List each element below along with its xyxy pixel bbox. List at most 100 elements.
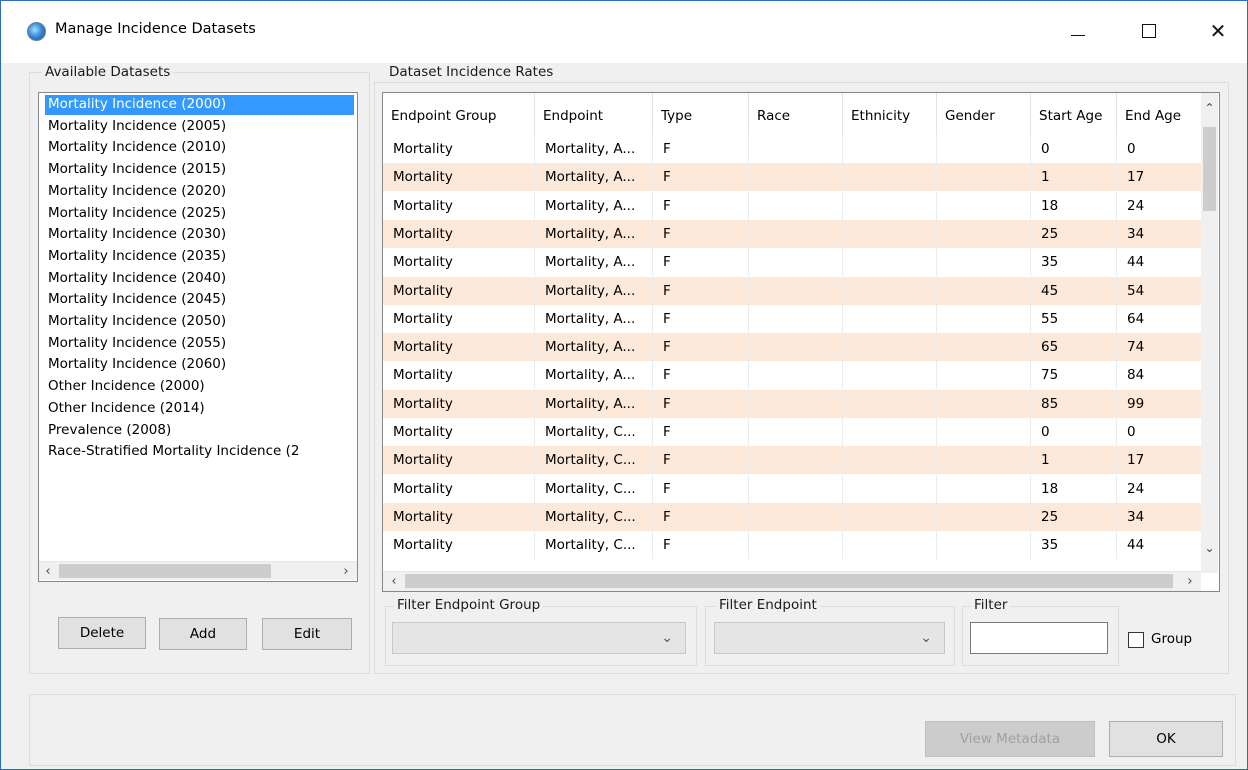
available-datasets-list[interactable]: Mortality Incidence (2000) Mortality Inci… <box>38 92 358 582</box>
dataset-list-item[interactable]: Mortality Incidence (2035) <box>45 247 351 267</box>
dataset-list-item[interactable]: Other Incidence (2014) <box>45 399 351 419</box>
scroll-left-icon[interactable]: ‹ <box>39 562 57 580</box>
column-header[interactable]: Gender <box>937 93 1031 139</box>
dataset-list-item[interactable]: Mortality Incidence (2030) <box>45 225 351 245</box>
column-header[interactable]: End Age <box>1117 93 1203 139</box>
table-cell: Mortality, C... <box>535 502 653 531</box>
table-cell: 1 <box>1031 163 1117 192</box>
table-cell <box>843 531 937 560</box>
dataset-list-item[interactable]: Mortality Incidence (2010) <box>45 138 351 158</box>
close-button[interactable]: ✕ <box>1195 13 1241 49</box>
dataset-list-item[interactable]: Mortality Incidence (2040) <box>45 269 351 289</box>
table-cell: Mortality <box>383 361 535 390</box>
table-row[interactable]: Mortality Mortality, C... F 18 24 <box>383 474 1203 503</box>
table-row[interactable]: Mortality Mortality, A... F 65 74 <box>383 333 1203 362</box>
table-row[interactable]: Mortality Mortality, C... F 1 17 <box>383 446 1203 475</box>
dataset-list-item[interactable]: Mortality Incidence (2000) <box>45 95 354 115</box>
column-header[interactable]: Endpoint <box>535 93 653 139</box>
column-header[interactable]: Ethnicity <box>843 93 937 139</box>
table-cell <box>843 135 937 163</box>
scroll-up-icon[interactable]: ⌃ <box>1201 99 1218 116</box>
view-metadata-button[interactable]: View Metadata <box>925 721 1095 757</box>
table-cell: 75 <box>1031 361 1117 390</box>
table-cell <box>749 531 843 560</box>
grid-scroll-left-icon[interactable]: ‹ <box>385 572 403 590</box>
table-row[interactable]: Mortality Mortality, C... F 0 0 <box>383 418 1203 446</box>
column-header[interactable]: Endpoint Group <box>383 93 535 139</box>
table-cell: 74 <box>1117 333 1203 362</box>
table-cell <box>937 502 1031 531</box>
filter-endpoint-group-legend: Filter Endpoint Group <box>394 597 544 613</box>
table-cell: 18 <box>1031 474 1117 503</box>
dataset-list-item[interactable]: Other Incidence (2000) <box>45 377 351 397</box>
table-row[interactable]: Mortality Mortality, A... F 25 34 <box>383 219 1203 248</box>
filter-endpoint-group-combo[interactable]: ⌄ <box>392 622 686 654</box>
maximize-icon <box>1142 24 1156 38</box>
table-cell: 44 <box>1117 531 1203 560</box>
dataset-list-item[interactable]: Mortality Incidence (2015) <box>45 160 351 180</box>
table-cell: 64 <box>1117 304 1203 333</box>
table-cell <box>749 361 843 390</box>
dataset-list-item[interactable]: Mortality Incidence (2060) <box>45 355 351 375</box>
maximize-button[interactable] <box>1126 13 1172 49</box>
ok-button[interactable]: OK <box>1109 721 1223 757</box>
chevron-down-icon: ⌄ <box>920 630 932 646</box>
table-cell: Mortality <box>383 446 535 475</box>
group-checkbox[interactable] <box>1128 632 1144 648</box>
grid-hscroll-thumb[interactable] <box>405 574 1173 588</box>
grid-scroll-right-icon[interactable]: › <box>1181 572 1199 590</box>
table-row[interactable]: Mortality Mortality, A... F 45 54 <box>383 276 1203 305</box>
edit-button[interactable]: Edit <box>262 618 352 650</box>
table-cell <box>937 304 1031 333</box>
table-cell: Mortality <box>383 135 535 163</box>
table-row[interactable]: Mortality Mortality, A... F 35 44 <box>383 248 1203 277</box>
grid-scroll-thumb[interactable] <box>1203 127 1216 211</box>
table-cell <box>937 333 1031 362</box>
table-cell: Mortality <box>383 418 535 446</box>
filter-endpoint-combo[interactable]: ⌄ <box>714 622 945 654</box>
table-row[interactable]: Mortality Mortality, C... F 25 34 <box>383 502 1203 531</box>
column-header[interactable]: Race <box>749 93 843 139</box>
incidence-rates-grid[interactable]: Endpoint Group Endpoint Type Race Ethnicity G… <box>382 92 1220 592</box>
dataset-list-item[interactable]: Mortality Incidence (2050) <box>45 312 351 332</box>
grid-horizontal-scrollbar[interactable]: ‹ › <box>383 571 1201 591</box>
table-row[interactable]: Mortality Mortality, A... F 85 99 <box>383 389 1203 418</box>
table-cell: F <box>653 304 749 333</box>
table-row[interactable]: Mortality Mortality, C... F 35 44 <box>383 531 1203 560</box>
minimize-button[interactable] <box>1055 13 1101 49</box>
table-row[interactable]: Mortality Mortality, A... F 75 84 <box>383 361 1203 390</box>
filter-input[interactable] <box>970 622 1108 654</box>
table-cell: F <box>653 191 749 220</box>
table-row[interactable]: Mortality Mortality, A... F 1 17 <box>383 163 1203 192</box>
table-row[interactable]: Mortality Mortality, A... F 55 64 <box>383 304 1203 333</box>
table-cell: F <box>653 361 749 390</box>
table-row[interactable]: Mortality Mortality, A... F 18 24 <box>383 191 1203 220</box>
table-cell <box>843 333 937 362</box>
delete-button[interactable]: Delete <box>58 617 146 649</box>
table-cell <box>843 361 937 390</box>
dataset-list-item[interactable]: Race-Stratified Mortality Incidence (2 <box>45 442 351 462</box>
table-cell <box>749 304 843 333</box>
column-header[interactable]: Type <box>653 93 749 139</box>
dataset-list-item[interactable]: Mortality Incidence (2020) <box>45 182 351 202</box>
dataset-list-item[interactable]: Mortality Incidence (2055) <box>45 334 351 354</box>
scroll-right-icon[interactable]: › <box>337 562 355 580</box>
table-cell: Mortality <box>383 531 535 560</box>
add-button[interactable]: Add <box>159 618 247 650</box>
list-scroll-thumb[interactable] <box>59 564 271 578</box>
list-horizontal-scrollbar[interactable]: ‹ › <box>39 561 357 580</box>
scroll-down-icon[interactable]: ⌄ <box>1201 539 1218 556</box>
table-cell: 85 <box>1031 389 1117 418</box>
grid-vertical-scrollbar[interactable]: ⌃ ⌄ <box>1201 93 1218 573</box>
table-cell <box>937 389 1031 418</box>
table-row[interactable]: Mortality Mortality, A... F 0 0 <box>383 135 1203 163</box>
dataset-list-item[interactable]: Mortality Incidence (2005) <box>45 117 351 137</box>
table-cell: Mortality <box>383 219 535 248</box>
dataset-list-item[interactable]: Prevalence (2008) <box>45 421 351 441</box>
table-cell: 54 <box>1117 276 1203 305</box>
dataset-list-item[interactable]: Mortality Incidence (2045) <box>45 290 351 310</box>
minimize-icon <box>1071 34 1085 36</box>
dataset-list-item[interactable]: Mortality Incidence (2025) <box>45 204 351 224</box>
column-header[interactable]: Start Age <box>1031 93 1117 139</box>
table-cell: Mortality <box>383 502 535 531</box>
